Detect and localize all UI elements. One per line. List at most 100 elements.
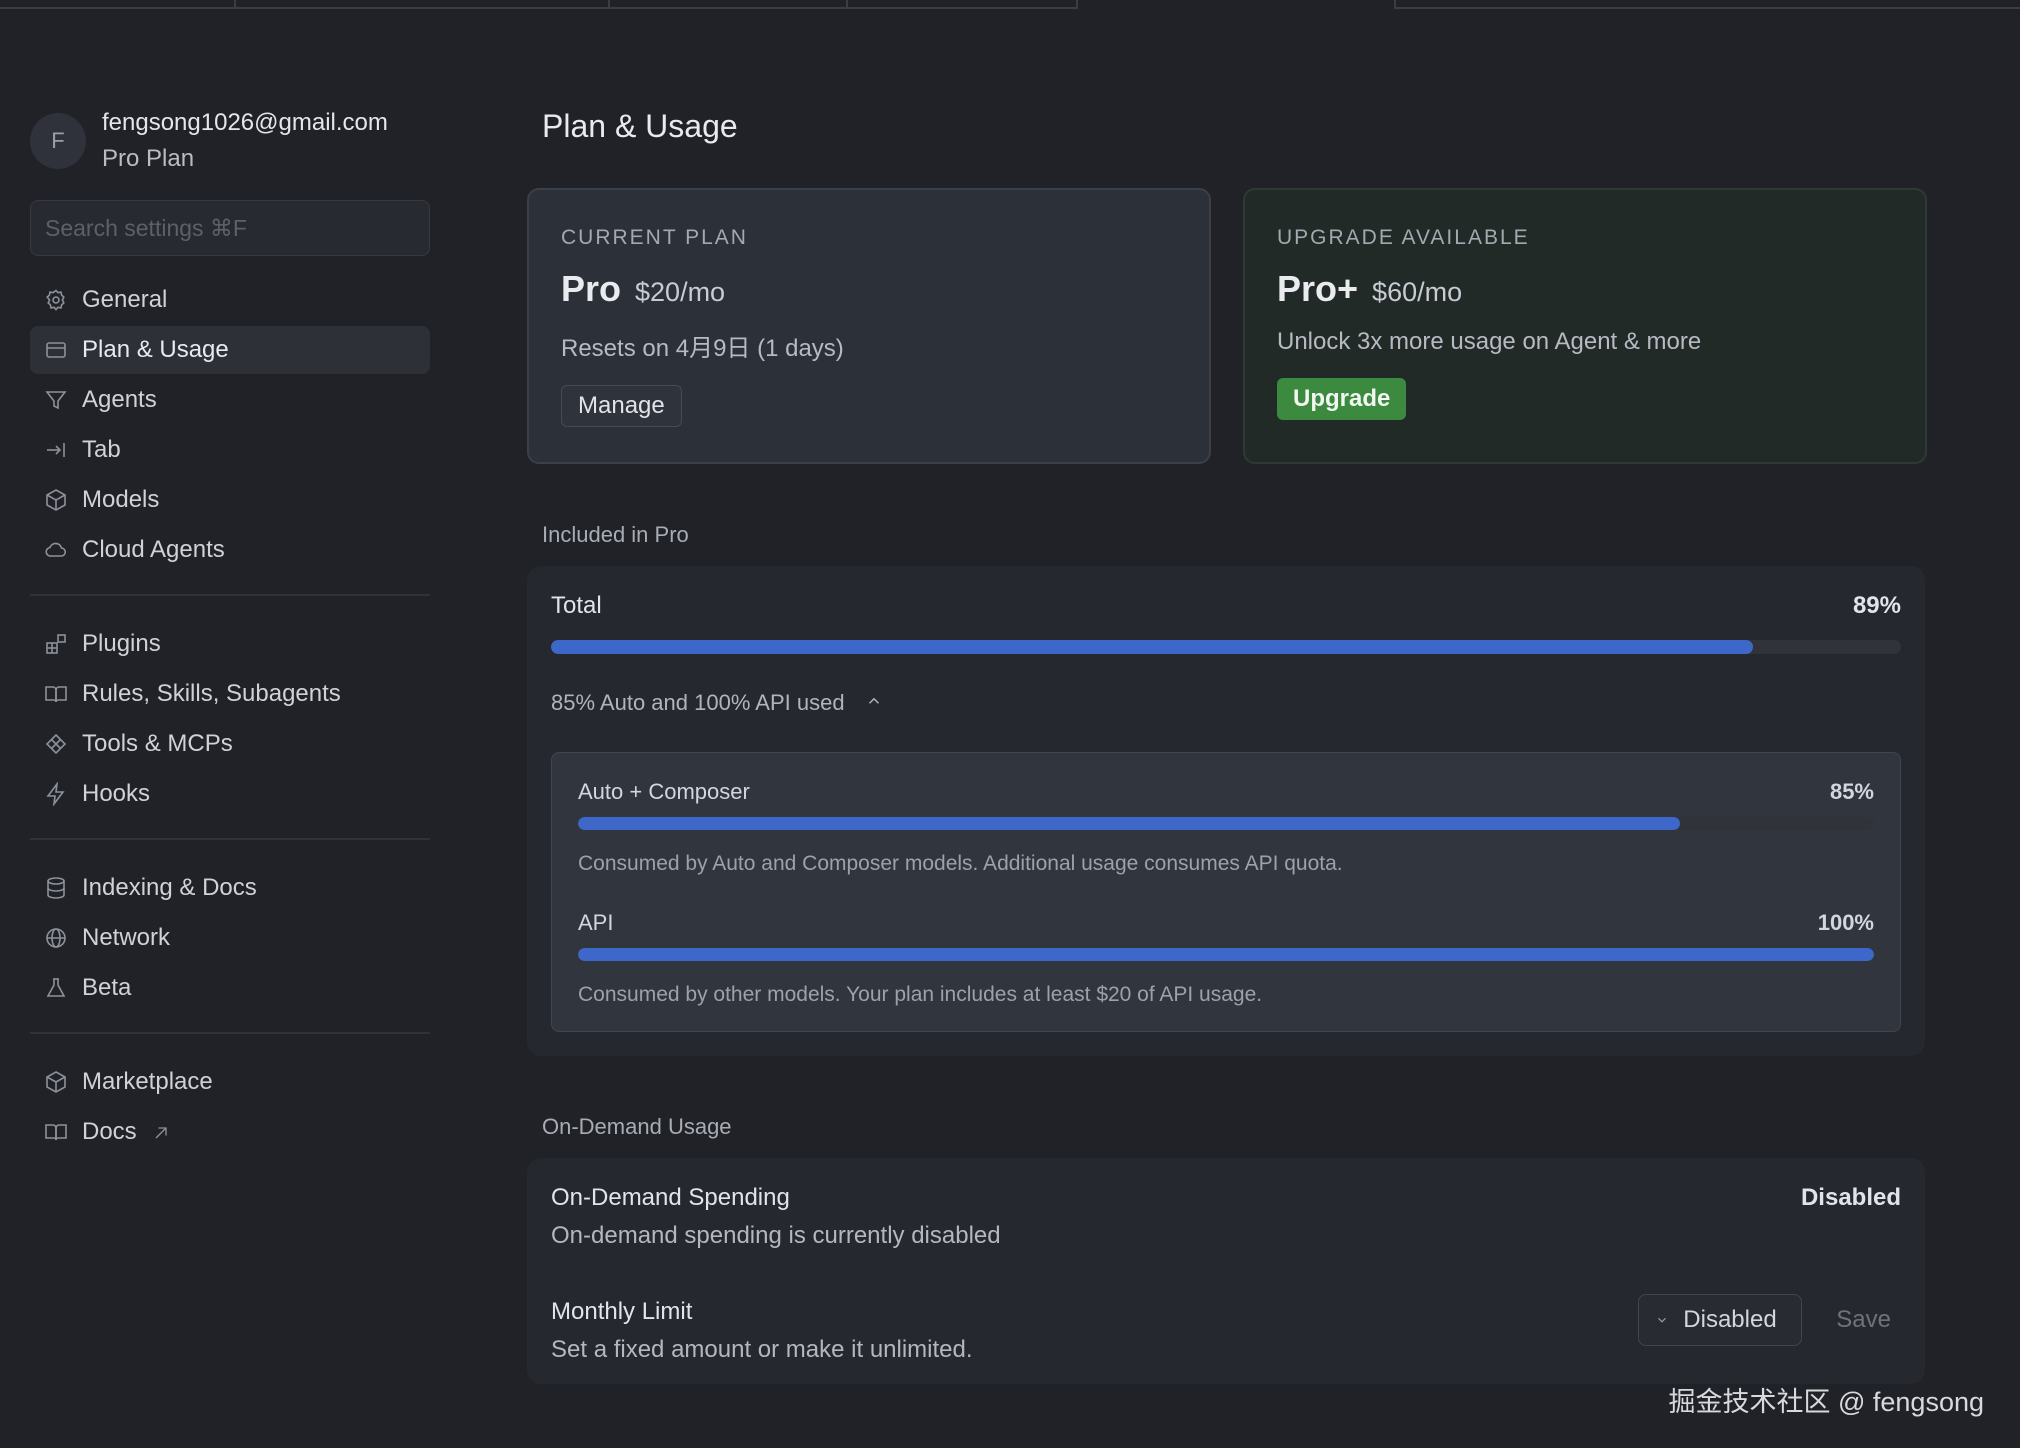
sidebar-item-label: Rules, Skills, Subagents	[82, 680, 341, 707]
user-plan: Pro Plan	[102, 145, 195, 172]
sidebar-item-general[interactable]: General	[30, 276, 430, 324]
sidebar-item-tab[interactable]: Tab	[30, 426, 430, 474]
avatar[interactable]: F	[30, 113, 86, 169]
save-button[interactable]: Save	[1836, 1306, 1891, 1334]
top-tab-strip	[0, 0, 2020, 10]
sidebar-item-agents[interactable]: Agents	[30, 376, 430, 424]
upgrade-plan-name: Pro+	[1277, 268, 1359, 309]
top-tab[interactable]	[848, 0, 1078, 9]
sidebar-item-plugins[interactable]: Plugins	[30, 620, 430, 668]
sidebar-item-label: Beta	[82, 974, 132, 1001]
user-email: fengsong1026@gmail.com	[102, 109, 388, 136]
card-icon	[42, 336, 70, 364]
upgrade-plan-desc: Unlock 3x more usage on Agent & more	[1277, 328, 1702, 355]
current-plan-card: CURRENT PLAN Pro $20/mo Resets on 4月9日 (…	[527, 188, 1211, 464]
search-input[interactable]	[45, 214, 415, 242]
sidebar-item-indexing-docs[interactable]: Indexing & Docs	[30, 864, 430, 912]
sidebar-item-label: General	[82, 286, 168, 313]
sidebar-item-rules[interactable]: Rules, Skills, Subagents	[30, 670, 430, 718]
tab-arrow-icon	[42, 436, 70, 464]
monthly-limit-row: Monthly Limit Set a fixed amount or make…	[551, 1294, 1901, 1364]
book-icon	[42, 680, 70, 708]
settings-nav: General Plan & Usage Agents Tab Models C…	[30, 276, 430, 1156]
sidebar-item-label: Hooks	[82, 780, 151, 807]
total-progress-bar	[551, 640, 1901, 654]
on-demand-spending-title: On-Demand Spending	[551, 1184, 790, 1211]
auto-composer-desc: Consumed by Auto and Composer models. Ad…	[578, 852, 1343, 875]
settings-sidebar: F fengsong1026@gmail.com Pro Plan Genera…	[30, 100, 430, 1158]
nav-divider	[30, 838, 430, 840]
sidebar-item-cloud-agents[interactable]: Cloud Agents	[30, 526, 430, 574]
current-plan-price: $20/mo	[635, 277, 726, 307]
upgrade-plan-price: $60/mo	[1372, 277, 1463, 307]
upgrade-button[interactable]: Upgrade	[1277, 378, 1407, 420]
sidebar-item-label: Agents	[82, 386, 157, 413]
database-icon	[42, 874, 70, 902]
search-settings[interactable]	[30, 200, 430, 256]
current-plan-kicker: CURRENT PLAN	[561, 226, 748, 249]
user-profile: F fengsong1026@gmail.com Pro Plan	[30, 100, 430, 182]
plugin-icon	[42, 630, 70, 658]
upgrade-plan-kicker: UPGRADE AVAILABLE	[1277, 226, 1530, 249]
upgrade-plan-card: UPGRADE AVAILABLE Pro+ $60/mo Unlock 3x …	[1243, 188, 1927, 464]
on-demand-panel: On-Demand Spending On-demand spending is…	[527, 1158, 1925, 1384]
current-plan-name: Pro	[561, 268, 622, 309]
current-plan-reset: Resets on 4月9日 (1 days)	[561, 335, 844, 362]
sidebar-item-plan-usage[interactable]: Plan & Usage	[30, 326, 430, 374]
sidebar-item-label: Marketplace	[82, 1068, 213, 1095]
included-section-label: Included in Pro	[542, 522, 689, 547]
top-tab[interactable]	[236, 0, 610, 9]
sidebar-item-tools-mcps[interactable]: Tools & MCPs	[30, 720, 430, 768]
sidebar-item-label: Cloud Agents	[82, 536, 225, 563]
sidebar-item-beta[interactable]: Beta	[30, 964, 430, 1012]
sidebar-item-network[interactable]: Network	[30, 914, 430, 962]
filter-icon	[42, 386, 70, 414]
on-demand-section-label: On-Demand Usage	[542, 1114, 732, 1139]
sidebar-item-models[interactable]: Models	[30, 476, 430, 524]
sidebar-item-label: Indexing & Docs	[82, 874, 257, 901]
monthly-limit-value: Disabled	[1683, 1306, 1777, 1333]
on-demand-status: Disabled	[1800, 1184, 1901, 1211]
sidebar-item-label: Network	[82, 924, 171, 951]
page-title: Plan & Usage	[542, 108, 738, 144]
book-open-icon	[42, 1118, 70, 1146]
total-progress-fill	[551, 640, 1753, 654]
auto-composer-label: Auto + Composer	[578, 779, 750, 804]
breakdown-toggle[interactable]: 85% Auto and 100% API used	[551, 690, 883, 716]
total-percent: 89%	[1852, 592, 1901, 619]
api-progress-fill	[578, 948, 1874, 961]
monthly-limit-select[interactable]: Disabled	[1638, 1294, 1803, 1346]
tools-icon	[42, 730, 70, 758]
on-demand-spending-sub: On-demand spending is currently disabled	[551, 1222, 1001, 1249]
watermark: 掘金技术社区 @ fengsong	[1668, 1387, 1984, 1417]
chevron-up-icon	[865, 690, 883, 716]
sidebar-item-label: Docs	[82, 1118, 137, 1145]
top-tab[interactable]	[1394, 0, 2020, 9]
external-link-icon	[151, 1122, 171, 1142]
cube-icon	[42, 486, 70, 514]
sidebar-item-docs[interactable]: Docs	[30, 1108, 430, 1156]
on-demand-spending-row: On-Demand Spending On-demand spending is…	[551, 1184, 1901, 1250]
gear-icon	[42, 286, 70, 314]
sidebar-item-label: Models	[82, 486, 160, 513]
chevron-down-icon	[1655, 1306, 1669, 1334]
nav-divider	[30, 1032, 430, 1034]
auto-composer-progress-fill	[578, 817, 1680, 830]
usage-breakdown: Auto + Composer 85% Consumed by Auto and…	[551, 752, 1901, 1032]
manage-button[interactable]: Manage	[561, 385, 682, 427]
nav-divider	[30, 594, 430, 596]
cloud-icon	[42, 536, 70, 564]
sidebar-item-marketplace[interactable]: Marketplace	[30, 1058, 430, 1106]
flask-icon	[42, 974, 70, 1002]
sidebar-item-label: Tab	[82, 436, 121, 463]
api-progress-bar	[578, 948, 1874, 961]
bolt-icon	[42, 780, 70, 808]
top-tab[interactable]	[610, 0, 848, 9]
package-icon	[42, 1068, 70, 1096]
sidebar-item-label: Plugins	[82, 630, 161, 657]
top-tab[interactable]	[0, 0, 236, 9]
auto-composer-percent: 85%	[1829, 779, 1874, 804]
sidebar-item-hooks[interactable]: Hooks	[30, 770, 430, 818]
sidebar-item-label: Tools & MCPs	[82, 730, 233, 757]
sidebar-item-label: Plan & Usage	[82, 336, 229, 363]
